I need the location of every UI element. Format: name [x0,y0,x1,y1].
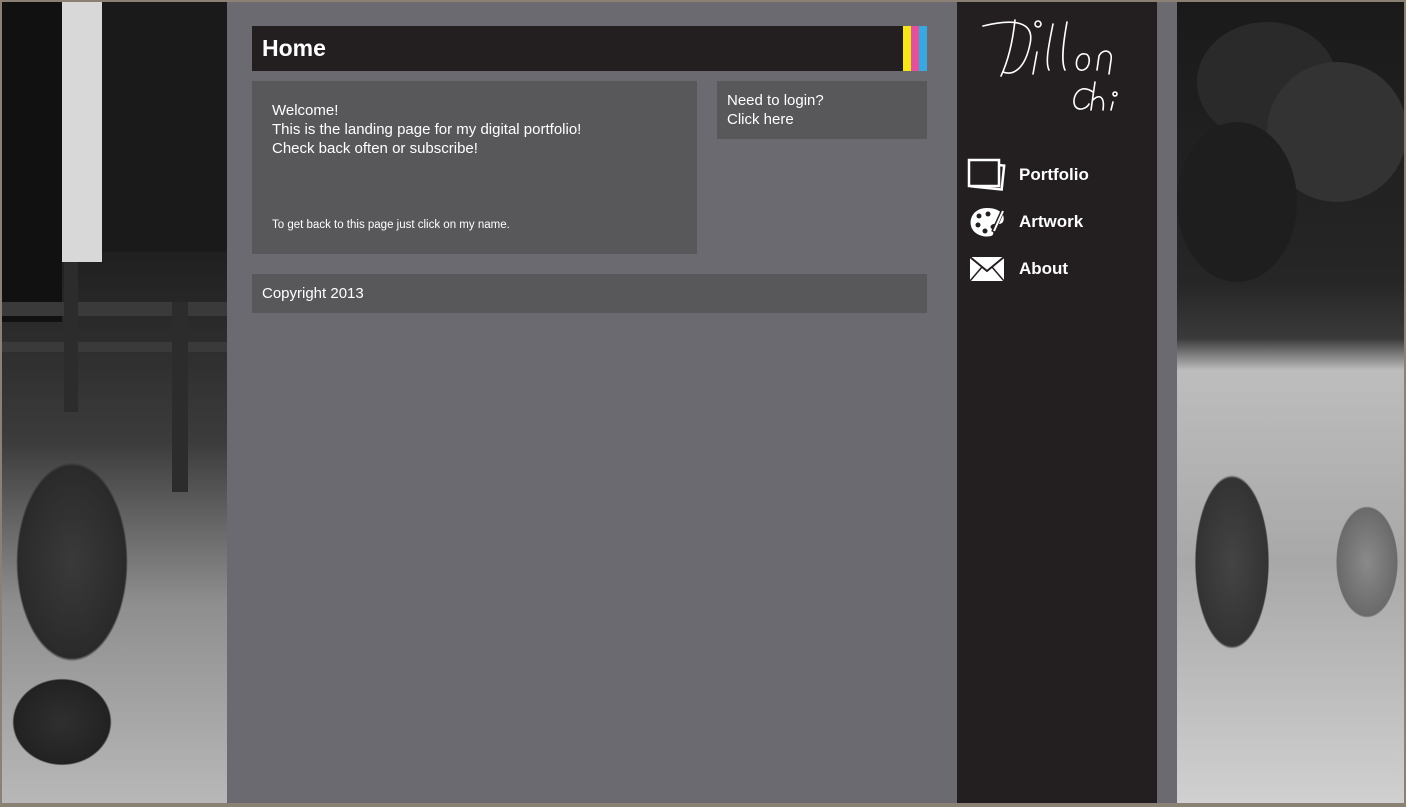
page-header: Home [252,26,927,71]
garden-background-right [1177,2,1404,803]
page-title: Home [262,35,326,61]
nav-label-artwork: Artwork [1019,212,1084,231]
nav-item-artwork[interactable]: Artwork [967,202,1147,242]
welcome-line: Welcome! [272,102,339,119]
footer: Copyright 2013 [252,274,927,313]
main-content: Home Welcome! This is the landing page f… [227,2,957,803]
sidebar: Portfolio Artwork About [957,2,1157,803]
login-panel: Need to login? Click here [717,81,927,139]
photo-frame-icon [967,158,1006,191]
welcome-line: This is the landing page for my digital … [272,121,582,138]
copyright-text: Copyright 2013 [262,285,364,302]
nav-item-portfolio[interactable]: Portfolio [967,155,1147,195]
nav-item-about[interactable]: About [967,249,1147,289]
pink-stripe [911,26,919,71]
nav-label-portfolio: Portfolio [1019,165,1089,184]
blue-stripe [919,26,927,71]
return-note: To get back to this page just click on m… [272,219,510,231]
envelope-icon [969,256,1005,282]
welcome-line: Check back often or subscribe! [272,140,478,157]
garden-background-left [2,2,227,803]
color-stripes [903,26,927,71]
signature-logo-icon[interactable] [975,14,1145,119]
welcome-panel: Welcome! This is the landing page for my… [252,81,697,254]
nav-label-about: About [1019,259,1069,278]
login-prompt: Need to login? [727,92,824,109]
yellow-stripe [903,26,911,71]
palette-icon [970,208,1005,237]
right-gutter [1157,2,1177,803]
login-link[interactable]: Click here [727,111,794,128]
welcome-message: Welcome! This is the landing page for my… [272,101,581,158]
